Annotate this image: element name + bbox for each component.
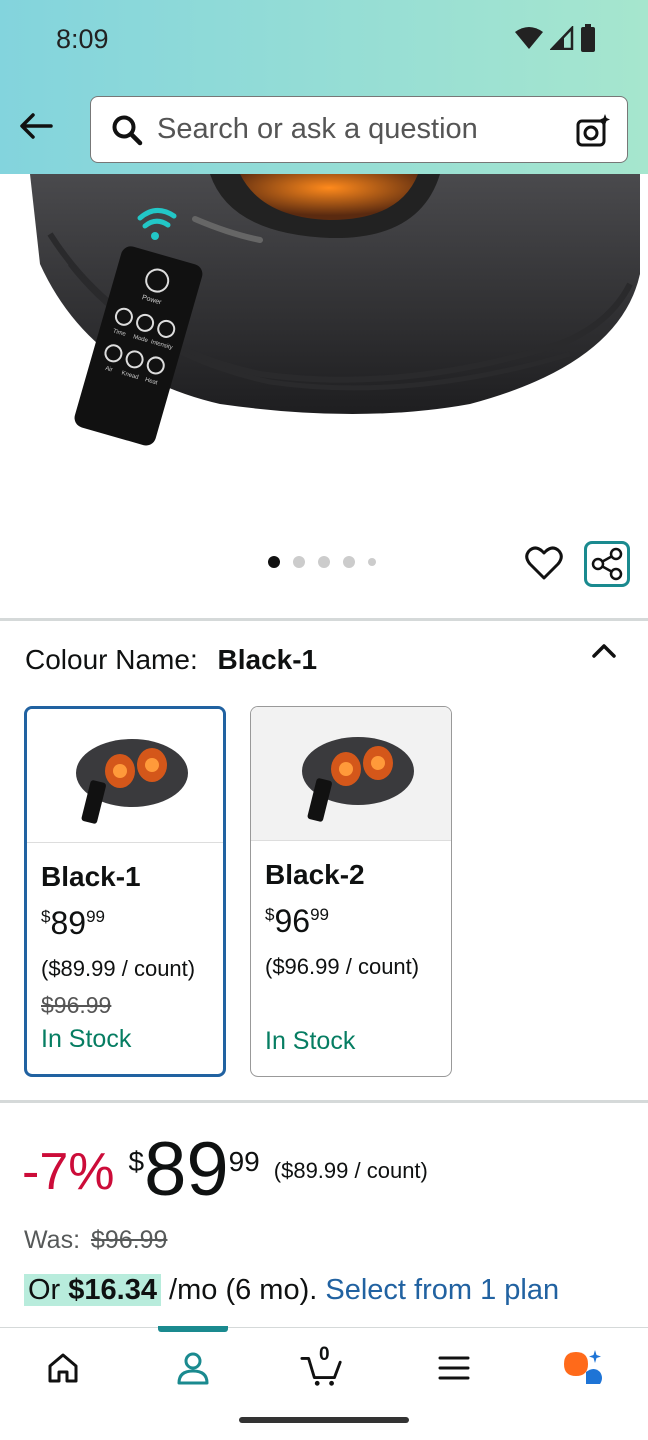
back-button[interactable] [14, 104, 58, 148]
variation-name: Black-2 [265, 859, 365, 890]
price-whole: 89 [144, 1127, 229, 1212]
assistant-icon [564, 1350, 602, 1384]
nav-cart[interactable]: 0 [300, 1344, 344, 1390]
arrow-left-icon [20, 113, 53, 139]
variation-was-price: $96.99 [41, 992, 112, 1018]
installment-amount: $16.34 [68, 1274, 157, 1306]
search-bar[interactable]: Search or ask a question [90, 96, 628, 163]
wishlist-button[interactable] [524, 544, 564, 584]
heart-icon [525, 546, 563, 580]
user-icon [177, 1352, 209, 1385]
foot-massager-thumbnail [302, 736, 414, 822]
bottom-navigation: 0 [0, 1326, 648, 1440]
section-divider [0, 1100, 648, 1103]
carousel-dot[interactable] [268, 556, 280, 568]
carousel-dot[interactable] [318, 556, 330, 568]
gesture-home-bar [239, 1417, 409, 1423]
variation-label: Colour Name: [25, 644, 198, 675]
collapse-variations-button[interactable] [588, 638, 620, 662]
select-plan-link[interactable]: Select from 1 plan [325, 1274, 559, 1306]
camera-search-icon[interactable] [575, 112, 611, 148]
was-price-row: Was: $96.99 [24, 1226, 167, 1255]
variation-stock-status: In Stock [265, 1027, 356, 1055]
menu-icon [438, 1356, 470, 1380]
share-button[interactable] [584, 541, 630, 587]
carousel-dot[interactable] [368, 558, 376, 566]
price-currency: $ [128, 1146, 145, 1177]
price-per-unit: ($89.99 / count) [273, 1158, 428, 1183]
battery-icon [581, 24, 595, 52]
installment-highlight: Or $16.34 [24, 1274, 161, 1306]
discount-percent: -7% [22, 1143, 115, 1201]
chevron-up-icon [592, 644, 616, 658]
variation-header: Colour Name: Black-1 [25, 644, 317, 676]
variation-thumbnail [27, 709, 223, 843]
search-icon [112, 115, 143, 145]
nav-menu[interactable] [432, 1346, 476, 1390]
installment-row: Or $16.34 /mo (6 mo). Select from 1 plan [24, 1274, 559, 1307]
variation-stock-status: In Stock [41, 1025, 132, 1053]
image-carousel-dots[interactable] [268, 556, 376, 568]
cart-count: 0 [319, 1344, 330, 1365]
carousel-dot[interactable] [343, 556, 355, 568]
variation-unit-price: ($89.99 / count) [41, 956, 196, 981]
product-image[interactable]: Power Time Mode Intensity Air Knead Heat [0, 174, 648, 554]
signal-icon [550, 26, 574, 50]
was-price: $96.99 [90, 1226, 168, 1254]
variation-selected-value: Black-1 [217, 644, 318, 675]
home-icon [48, 1353, 78, 1383]
variation-option-black-1[interactable]: Black-1 $8999 ($89.99 / count) $96.99 In… [24, 706, 226, 1077]
installment-terms: /mo (6 mo). [169, 1274, 318, 1306]
price-cents: 99 [228, 1146, 260, 1177]
price-block: -7% $ 89 99 ($89.99 / count) [22, 1132, 428, 1208]
foot-massager-image: Power Time Mode Intensity Air Knead Heat [30, 174, 640, 446]
nav-home[interactable] [41, 1346, 85, 1390]
carousel-dot[interactable] [293, 556, 305, 568]
active-tab-indicator [158, 1326, 228, 1332]
nav-assistant[interactable] [562, 1346, 606, 1390]
share-icon [591, 547, 623, 581]
nav-account[interactable] [171, 1346, 215, 1390]
section-divider [0, 618, 648, 621]
system-icons [514, 24, 596, 52]
variation-price: $8999 [41, 905, 105, 941]
variation-unit-price: ($96.99 / count) [265, 954, 420, 979]
variation-name: Black-1 [41, 861, 141, 892]
was-label: Was: [24, 1226, 81, 1254]
variation-price: $9699 [265, 903, 329, 939]
status-bar: 8:09 [0, 0, 648, 80]
foot-massager-thumbnail [76, 738, 188, 824]
variation-thumbnail [251, 707, 451, 841]
wifi-icon [515, 27, 543, 49]
search-input[interactable]: Search or ask a question [157, 113, 575, 146]
status-time: 8:09 [56, 24, 109, 54]
variation-option-black-2[interactable]: Black-2 $9699 ($96.99 / count) In Stock [250, 706, 452, 1077]
